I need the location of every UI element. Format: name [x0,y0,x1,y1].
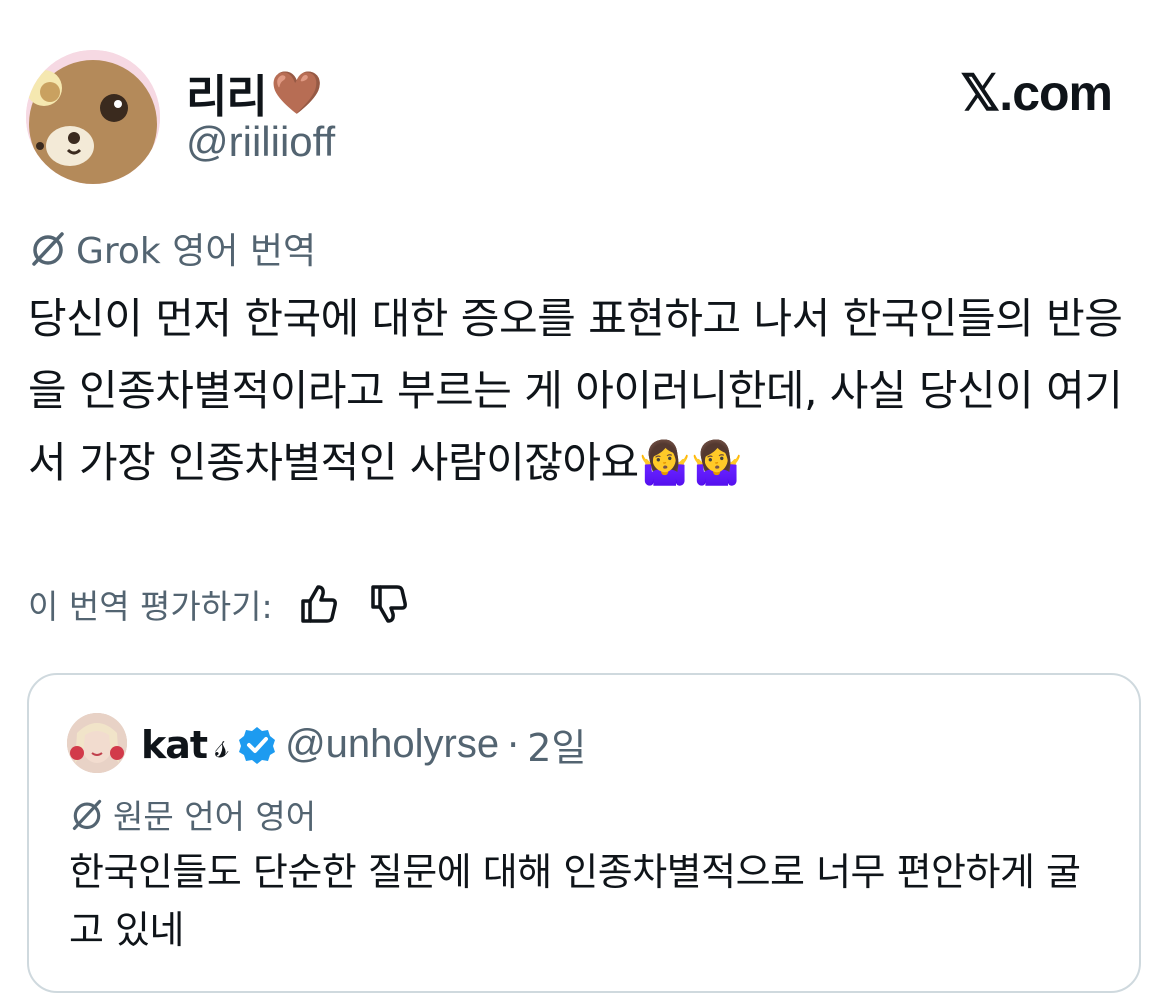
quoted-handle[interactable]: @unholyrse [285,722,499,767]
translation-label-text: Grok 영어 번역 [76,231,317,272]
rate-translation-label: 이 번역 평가하기: [28,587,273,626]
author-display-name[interactable]: 리리 🤎 [186,60,323,125]
quoted-name-decoration: 𝓈 [215,722,230,766]
quoted-timestamp[interactable]: 2일 [527,717,586,772]
quoted-tweet-header: kat 𝓈 @unholyrse · 2일 [141,717,586,772]
thumbs-up-icon[interactable] [295,581,341,627]
grok-icon [72,799,102,830]
quoted-tweet-card[interactable]: kat 𝓈 @unholyrse · 2일 원문 언어 영어 한국인들도 단순한… [27,673,1141,993]
original-language-text: 원문 언어 영어 [113,797,317,836]
quoted-tweet-text: 한국인들도 단순한 질문에 대해 인종차별적으로 너무 편안하게 굴고 있네 [69,850,1081,952]
quoted-author-avatar[interactable] [67,713,127,773]
meta-separator: · [507,722,520,767]
grok-translation-label: Grok 영어 번역 [28,222,316,274]
translated-tweet-text: 당신이 먼저 한국에 대한 증오를 표현하고 나서 한국인들의 반응을 인종차별… [28,294,1123,487]
verified-badge-icon[interactable] [237,725,277,765]
quoted-display-name[interactable]: kat [141,723,208,767]
bear-avatar-icon [26,50,160,184]
x-logo: 𝕏.com [960,65,1113,121]
quoted-avatar-photo-icon [67,713,127,773]
original-language-label: 원문 언어 영어 [69,790,316,838]
rate-translation-row: 이 번역 평가하기: [28,580,411,628]
author-name-text: 리리 [186,70,268,123]
author-handle[interactable]: @riiliioff [186,118,335,166]
brown-heart-emoji: 🤎 [270,67,323,117]
grok-icon [32,232,64,266]
thumbs-down-icon[interactable] [365,581,411,627]
author-avatar[interactable] [26,50,160,184]
